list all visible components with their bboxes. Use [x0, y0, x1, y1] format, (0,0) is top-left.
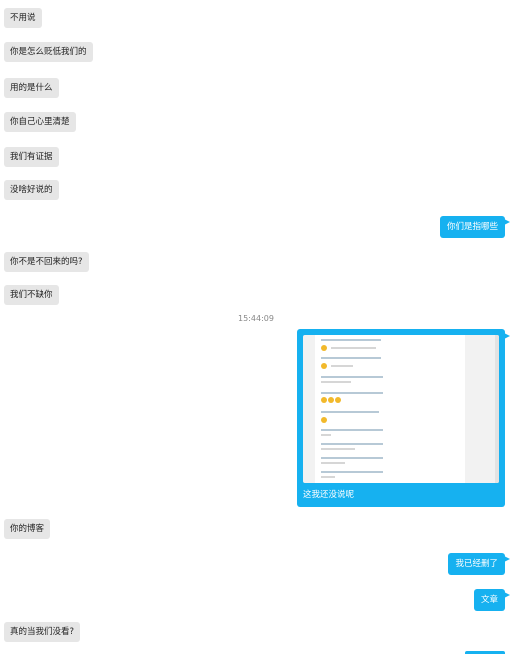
screenshot-text-line — [321, 376, 383, 378]
screenshot-text-line — [321, 471, 383, 473]
chat-screenshot-thumbnail[interactable] — [303, 335, 499, 483]
screenshot-text-line — [321, 476, 335, 478]
message-incoming: 用的是什么 — [4, 78, 59, 98]
screenshot-text-line — [321, 434, 331, 436]
message-incoming: 不用说 — [4, 8, 42, 28]
screenshot-text-line — [321, 381, 351, 383]
message-image-caption: 这我还没说呢 — [303, 490, 355, 500]
screenshot-text-line — [321, 392, 383, 394]
emoji-icon — [328, 397, 334, 403]
screenshot-text-line — [321, 457, 383, 459]
screenshot-text-line — [321, 462, 345, 464]
message-incoming: 你自己心里清楚 — [4, 112, 76, 132]
message-incoming: 没啥好说的 — [4, 180, 59, 200]
message-outgoing: 你们是指哪些 — [439, 216, 511, 238]
screenshot-text-line — [321, 339, 381, 341]
message-incoming: 我们有证据 — [4, 147, 59, 167]
emoji-icon — [335, 397, 341, 403]
screenshot-text-line — [321, 411, 379, 413]
message-incoming: 你的博客 — [4, 519, 51, 539]
screenshot-text-line — [321, 443, 383, 445]
emoji-icon — [321, 397, 327, 403]
emoji-icon — [321, 363, 327, 369]
message-outgoing: 我已经删了 — [448, 553, 510, 575]
screenshot-text-line — [321, 357, 381, 359]
message-timestamp: 15:44:09 — [238, 314, 274, 323]
message-outgoing-image[interactable]: 这我还没说呢 — [297, 329, 510, 507]
screenshot-text-line — [331, 365, 353, 367]
message-incoming: 真的当我们没看? — [4, 622, 81, 642]
message-outgoing: 文章 — [473, 589, 511, 611]
emoji-icon — [321, 345, 327, 351]
screenshot-scrollbar — [495, 335, 499, 483]
chat-message-list[interactable]: 不用说 你是怎么贬低我们的 用的是什么 你自己心里清楚 我们有证据 没啥好说的 … — [0, 0, 512, 654]
message-incoming: 你不是不回来的吗? — [4, 252, 89, 272]
screenshot-text-line — [321, 429, 383, 431]
message-incoming: 我们不缺你 — [4, 285, 59, 305]
emoji-icon — [321, 417, 327, 423]
screenshot-text-line — [321, 448, 355, 450]
message-incoming: 你是怎么贬低我们的 — [4, 42, 93, 62]
screenshot-text-line — [331, 347, 376, 349]
